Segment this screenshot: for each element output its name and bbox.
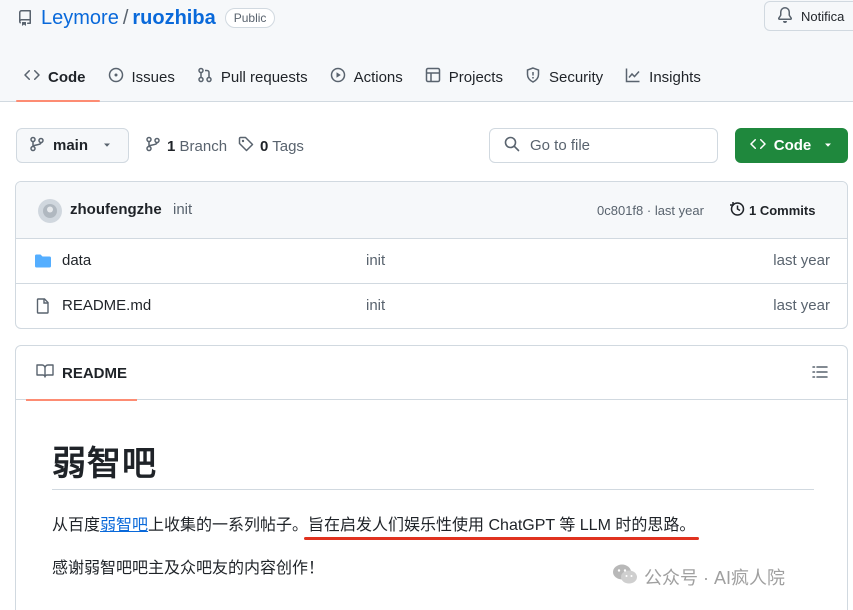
tag-count: 0 xyxy=(260,137,269,155)
latest-commit-bar: zhoufengzhe init 0c801f8 · last year 1 C… xyxy=(16,182,847,239)
branch-count: 1 xyxy=(167,137,176,155)
watermark-text: 公众号 · AI疯人院 xyxy=(644,567,786,588)
branch-icon xyxy=(29,136,45,156)
tab-issues-label: Issues xyxy=(131,68,175,86)
history-icon xyxy=(729,201,745,220)
issue-icon xyxy=(108,67,124,87)
folder-icon xyxy=(34,253,52,269)
commit-hash-time[interactable]: 0c801f8 · last year xyxy=(597,203,704,218)
wechat-icon xyxy=(612,563,638,590)
go-to-file-placeholder: Go to file xyxy=(530,137,591,154)
tab-projects-label: Projects xyxy=(448,68,503,86)
go-to-file-input[interactable]: Go to file xyxy=(489,128,718,163)
readme-heading: 弱智吧 xyxy=(52,445,157,483)
branch-name: main xyxy=(53,137,89,154)
readme-tab-label: README xyxy=(62,364,128,382)
paragraph-prefix: 从百度 xyxy=(52,517,101,534)
file-commit-time: last year xyxy=(773,252,830,269)
tag-icon xyxy=(238,136,254,156)
code-icon xyxy=(24,67,40,87)
bell-icon xyxy=(777,6,793,26)
heading-divider xyxy=(52,489,814,490)
file-icon xyxy=(34,298,52,314)
readme-paragraph-1: 从百度弱智吧上收集的一系列帖子。旨在启发人们娱乐性使用 ChatGPT 等 LL… xyxy=(52,511,695,535)
notifications-button[interactable]: Notifica xyxy=(764,1,853,31)
repo-header: Leymore / ruozhiba Public Notifica Code … xyxy=(0,0,853,102)
tab-issues[interactable]: Issues xyxy=(100,56,189,98)
shield-icon xyxy=(525,67,541,87)
chevron-down-icon xyxy=(823,137,833,154)
table-row: data init last year xyxy=(16,239,847,284)
notifications-label: Notifica xyxy=(801,8,845,24)
file-name-link[interactable]: README.md xyxy=(62,297,151,314)
code-button-label: Code xyxy=(773,137,812,154)
file-commit-message[interactable]: init xyxy=(366,297,385,314)
commits-count-label: 1 Commits xyxy=(749,203,816,218)
graph-icon xyxy=(625,67,641,87)
chevron-down-icon xyxy=(102,137,112,154)
tag-label: Tags xyxy=(272,137,304,155)
tab-projects[interactable]: Projects xyxy=(417,56,517,98)
readme-tab[interactable]: README xyxy=(26,346,138,401)
readme-paragraph-2: 感谢弱智吧吧主及众吧友的内容创作！ xyxy=(52,560,325,577)
tab-actions-label: Actions xyxy=(353,68,403,86)
repo-icon xyxy=(17,10,33,26)
wechat-watermark: 公众号 · AI疯人院 xyxy=(612,563,785,590)
tab-pull-requests-label: Pull requests xyxy=(220,68,308,86)
repo-path-separator: / xyxy=(122,6,129,29)
highlighted-sentence: 旨在启发人们娱乐性使用 ChatGPT 等 LLM 时的思路。 xyxy=(308,517,696,534)
file-browser: zhoufengzhe init 0c801f8 · last year 1 C… xyxy=(15,181,848,329)
tab-security-label: Security xyxy=(548,68,604,86)
file-name-link[interactable]: data xyxy=(62,252,91,269)
paragraph-middle: 上收集的一系列帖子。 xyxy=(148,517,309,534)
tab-insights[interactable]: Insights xyxy=(617,56,715,98)
table-icon xyxy=(425,67,441,87)
pull-request-icon xyxy=(197,67,213,87)
repo-title: Leymore / ruozhiba Public xyxy=(17,6,276,30)
repo-name-link[interactable]: ruozhiba xyxy=(132,7,215,30)
avatar[interactable] xyxy=(38,199,62,223)
tab-insights-label: Insights xyxy=(649,68,701,86)
readme-header: README xyxy=(16,346,847,401)
repo-owner-link[interactable]: Leymore xyxy=(41,7,119,30)
file-commit-message[interactable]: init xyxy=(366,252,385,269)
book-icon xyxy=(36,363,54,383)
repo-nav-tabs: Code Issues Pull requests Actions Projec… xyxy=(0,56,715,102)
play-icon xyxy=(330,67,346,87)
table-row: README.md init last year xyxy=(16,284,847,328)
tab-code-label: Code xyxy=(48,68,86,86)
tab-actions[interactable]: Actions xyxy=(322,56,417,98)
list-icon[interactable] xyxy=(812,364,828,385)
code-dropdown-button[interactable]: Code xyxy=(735,128,848,163)
tab-pull-requests[interactable]: Pull requests xyxy=(189,56,322,98)
tags-link[interactable]: 0 Tags xyxy=(238,136,304,156)
branch-count-icon xyxy=(145,136,161,156)
ruozhiba-link[interactable]: 弱智吧 xyxy=(100,517,148,534)
file-commit-time: last year xyxy=(773,297,830,314)
code-icon xyxy=(750,136,766,156)
tab-security[interactable]: Security xyxy=(517,56,617,98)
branch-selector[interactable]: main xyxy=(16,128,129,163)
commit-author-link[interactable]: zhoufengzhe xyxy=(70,201,162,218)
visibility-badge: Public xyxy=(224,8,276,28)
commit-message[interactable]: init xyxy=(173,201,192,218)
commits-link[interactable]: 1 Commits xyxy=(729,201,815,220)
branch-label: Branch xyxy=(179,137,228,155)
search-icon xyxy=(504,136,520,156)
tab-code[interactable]: Code xyxy=(16,56,100,102)
branches-link[interactable]: 1 Branch xyxy=(145,136,227,156)
